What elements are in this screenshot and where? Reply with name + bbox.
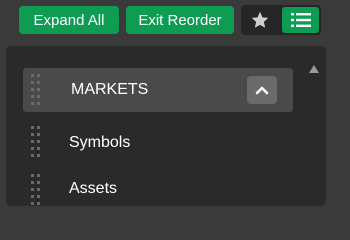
- drag-handle-icon[interactable]: [31, 126, 41, 160]
- section-label: MARKETS: [71, 81, 149, 98]
- list-item-symbols[interactable]: Symbols: [23, 122, 293, 164]
- expand-all-button[interactable]: Expand All: [19, 6, 119, 34]
- collapse-section-button[interactable]: [247, 76, 277, 104]
- list-view-toggle[interactable]: [282, 7, 319, 33]
- drag-handle-icon[interactable]: [31, 74, 41, 106]
- section-header-markets[interactable]: MARKETS: [23, 68, 293, 112]
- list-icon: [290, 13, 311, 27]
- list-item-label: Assets: [69, 180, 118, 197]
- list-item-assets[interactable]: Assets: [23, 168, 293, 210]
- chevron-up-icon: [255, 86, 269, 95]
- view-toggle-group: [241, 5, 321, 35]
- list-item-label: Symbols: [69, 134, 131, 151]
- exit-reorder-button[interactable]: Exit Reorder: [126, 6, 234, 34]
- drag-handle-icon[interactable]: [31, 174, 41, 208]
- scroll-up-arrow-icon[interactable]: [309, 65, 319, 73]
- markets-panel: MARKETS Symbols Assets: [6, 46, 326, 206]
- scrollbar[interactable]: [302, 46, 326, 206]
- favorites-toggle[interactable]: [241, 5, 279, 35]
- toolbar: Expand All Exit Reorder: [0, 0, 350, 40]
- star-icon: [251, 11, 269, 28]
